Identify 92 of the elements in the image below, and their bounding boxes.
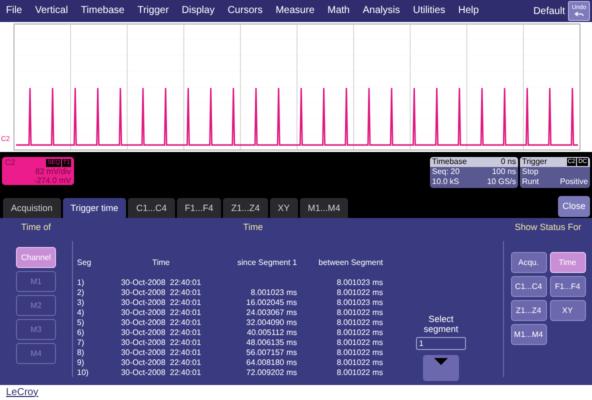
- tab[interactable]: Trigger time: [62, 198, 126, 218]
- default-label: Default: [533, 4, 565, 18]
- menu-item[interactable]: Trigger: [137, 6, 169, 16]
- tab[interactable]: C1...C4: [128, 198, 175, 218]
- table-cell-text: 9): [77, 358, 86, 368]
- tab[interactable]: F1...F4: [176, 198, 222, 218]
- section-title: Show Status For: [514, 223, 582, 232]
- table-cell-text: 4): [77, 308, 86, 318]
- menu-item[interactable]: Display: [182, 6, 215, 16]
- table-cell-text: 32.004090 ms: [245, 318, 297, 328]
- table-cell-text: 30-Oct-2008 22:40:01: [120, 318, 202, 328]
- table-cell-text: 64.008180 ms: [245, 358, 297, 368]
- trigger-title: Trigger: [522, 157, 548, 167]
- select-segment-label: Select segment: [422, 314, 460, 334]
- trigger-slope: Positive: [560, 177, 588, 187]
- table-cell-text: 8.001022 ms: [336, 308, 383, 318]
- table-cell-text: 8.001023 ms: [336, 298, 383, 308]
- panel-button[interactable]: Z1...Z4: [510, 300, 546, 321]
- trigger-type: Runt: [522, 177, 539, 187]
- tab[interactable]: M1...M4: [300, 198, 348, 218]
- table-cell-text: 30-Oct-2008 22:40:01: [120, 328, 202, 338]
- table-cell-text: 8.001022 ms: [336, 318, 383, 328]
- menu-item[interactable]: Timebase: [80, 6, 124, 16]
- column-header: Seg: [77, 258, 92, 268]
- column-header: since Segment 1: [236, 258, 297, 268]
- section-title: Time: [243, 223, 263, 232]
- table-cell-text: 30-Oct-2008 22:40:01: [120, 278, 202, 288]
- table-cell-text: 48.006135 ms: [245, 338, 297, 348]
- table-cell-text: 30-Oct-2008 22:40:01: [120, 338, 202, 348]
- table-cell-text: 16.002045 ms: [245, 298, 297, 308]
- menu-item[interactable]: Utilities: [412, 6, 446, 16]
- column-header: between Segment: [318, 258, 383, 268]
- timebase-mode: Seq: 20: [432, 167, 460, 177]
- column-header: Time: [151, 258, 171, 268]
- section-title: Time of: [21, 223, 51, 232]
- down-button[interactable]: [423, 355, 459, 381]
- timebase-per-div: 100 ns: [492, 167, 516, 177]
- table-cell-text: 6): [77, 328, 86, 338]
- close-button[interactable]: Close: [558, 196, 590, 217]
- menu-item[interactable]: Analysis: [362, 6, 400, 16]
- channel-offset: -274.0 mV: [34, 176, 71, 185]
- tab[interactable]: XY: [270, 198, 298, 218]
- timebase-rate: 10 GS/s: [487, 177, 516, 187]
- table-cell-text: 30-Oct-2008 22:40:01: [120, 358, 202, 368]
- panel-button[interactable]: C1...C4: [510, 276, 546, 297]
- table-cell-text: 8.001022 ms: [336, 328, 383, 338]
- table-cell-text: 8): [77, 348, 86, 358]
- tab[interactable]: Z1...Z4: [223, 198, 268, 218]
- menu-item[interactable]: Help: [458, 6, 479, 16]
- table-cell-text: 30-Oct-2008 22:40:01: [120, 368, 202, 378]
- table-cell-text: 8.001022 ms: [336, 368, 383, 378]
- down-arrow-icon: [434, 358, 448, 365]
- table-cell-text: 30-Oct-2008 22:40:01: [120, 298, 202, 308]
- menu-item[interactable]: Vertical: [35, 6, 68, 16]
- table-cell-text: 10): [77, 368, 90, 378]
- panel-button[interactable]: M1...M4: [510, 324, 546, 345]
- table-cell-text: 7): [77, 338, 86, 348]
- panel-button[interactable]: XY: [550, 300, 586, 321]
- timebase-descriptor[interactable]: Timebase 0 ns Seq: 20 100 ns 10.0 kS 10 GS/s: [430, 157, 518, 188]
- panel-button[interactable]: F1...F4: [550, 276, 586, 297]
- channel-name: C2: [5, 158, 16, 167]
- timebase-title: Timebase: [432, 157, 467, 167]
- menu-item[interactable]: Cursors: [228, 6, 263, 16]
- table-cell-text: 2): [77, 288, 86, 298]
- menu-item[interactable]: Measure: [276, 6, 314, 16]
- table-cell-text: 30-Oct-2008 22:40:01: [120, 308, 202, 318]
- panel-button[interactable]: Acqu.: [510, 252, 546, 273]
- brand-logo: LeCroy: [6, 388, 38, 398]
- table-cell-text: 3): [77, 298, 86, 308]
- table-cell-text: 72.009202 ms: [245, 368, 297, 378]
- table-cell-text: 30-Oct-2008 22:40:01: [120, 348, 202, 358]
- table-cell-text: 8.001023 ms: [250, 288, 297, 298]
- table-cell-text: 24.003067 ms: [245, 308, 297, 318]
- trigger-state: Stop: [522, 167, 538, 177]
- table-cell-text: 8.001022 ms: [336, 288, 383, 298]
- table-cell-text: 56.007157 ms: [245, 348, 297, 358]
- menu-item[interactable]: File: [6, 6, 22, 16]
- menu-item[interactable]: Math: [328, 6, 350, 16]
- table-cell-text: 40.005112 ms: [246, 328, 297, 338]
- timebase-delay: 0 ns: [500, 157, 516, 167]
- undo-icon: [574, 11, 584, 17]
- table-cell-text: 8.001022 ms: [336, 348, 383, 358]
- table-cell-text: 1): [77, 278, 86, 288]
- tab[interactable]: Acquistion: [3, 198, 61, 218]
- table-cell-text: 30-Oct-2008 22:40:01: [120, 288, 202, 298]
- table-cell-text: 8.001022 ms: [336, 338, 383, 348]
- table-cell-text: 5): [77, 318, 86, 328]
- table-cell-text: 8.001023 ms: [336, 278, 383, 288]
- channel-scale: 82 mV/div: [35, 167, 71, 176]
- segment-field[interactable]: 1: [416, 337, 466, 350]
- timebase-samples: 10.0 kS: [432, 177, 460, 187]
- table-cell-text: 8.001022 ms: [336, 358, 383, 368]
